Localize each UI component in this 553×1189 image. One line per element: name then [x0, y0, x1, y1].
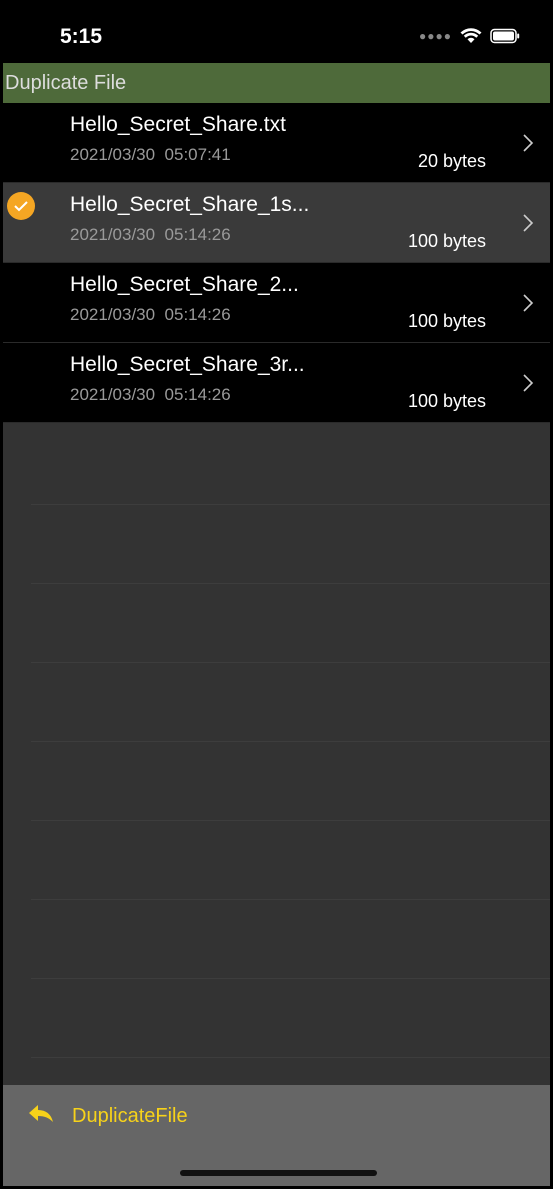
battery-icon — [490, 28, 520, 44]
file-name: Hello_Secret_Share.txt — [70, 113, 286, 136]
file-date: 2021/03/30 05:14:26 — [70, 385, 231, 404]
file-row[interactable]: Hello_Secret_Share_3r... 2021/03/30 05:1… — [3, 343, 550, 423]
checkmark-circle-icon[interactable] — [7, 192, 35, 220]
row-separator — [31, 820, 550, 821]
chevron-right-icon[interactable] — [522, 293, 534, 318]
status-bar: 5:15 ●●●● — [3, 3, 550, 63]
back-label: DuplicateFile — [72, 1104, 188, 1127]
row-separator — [31, 662, 550, 663]
file-date: 2021/03/30 05:14:26 — [70, 225, 231, 244]
file-size: 100 bytes — [407, 311, 486, 331]
row-separator — [31, 741, 550, 742]
chevron-right-icon[interactable] — [522, 213, 534, 238]
empty-list-area — [3, 425, 550, 1085]
row-separator — [31, 504, 550, 505]
section-header: Duplicate File — [3, 63, 550, 103]
signal-icon: ●●●● — [419, 29, 452, 43]
row-separator — [31, 1057, 550, 1058]
file-date: 2021/03/30 05:14:26 — [70, 305, 231, 324]
file-row[interactable]: Hello_Secret_Share.txt 2021/03/30 05:07:… — [3, 103, 550, 183]
file-date: 2021/03/30 05:07:41 — [70, 145, 231, 164]
back-arrow-icon — [28, 1103, 54, 1129]
file-row-selected[interactable]: Hello_Secret_Share_1s... 2021/03/30 05:1… — [3, 183, 550, 263]
file-row[interactable]: Hello_Secret_Share_2... 2021/03/30 05:14… — [3, 263, 550, 343]
file-size: 20 bytes — [417, 151, 486, 171]
chevron-right-icon[interactable] — [522, 373, 534, 398]
file-name: Hello_Secret_Share_1s... — [70, 193, 310, 216]
header-title: Duplicate File — [5, 72, 127, 94]
back-button[interactable]: DuplicateFile — [28, 1103, 188, 1129]
row-separator — [31, 978, 550, 979]
home-indicator[interactable] — [180, 1170, 377, 1176]
file-list: Hello_Secret_Share.txt 2021/03/30 05:07:… — [3, 103, 550, 423]
app-frame: 5:15 ●●●● Duplicate File Hello_Secret_Sh… — [0, 0, 553, 1189]
wifi-icon — [460, 28, 482, 44]
row-separator — [31, 583, 550, 584]
file-size: 100 bytes — [407, 391, 486, 411]
status-icons: ●●●● — [419, 28, 520, 44]
row-separator — [31, 899, 550, 900]
file-name: Hello_Secret_Share_2... — [70, 273, 299, 296]
status-time: 5:15 — [60, 25, 103, 48]
file-size: 100 bytes — [407, 231, 486, 251]
chevron-right-icon[interactable] — [522, 133, 534, 158]
file-name: Hello_Secret_Share_3r... — [70, 353, 305, 376]
